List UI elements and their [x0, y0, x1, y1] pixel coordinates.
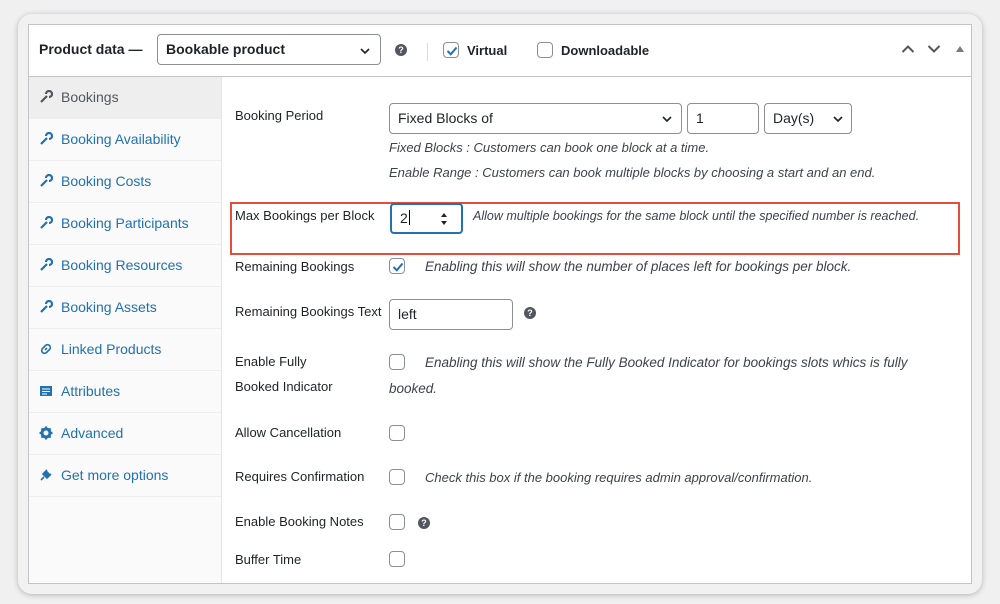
tab-booking-availability[interactable]: Booking Availability [29, 119, 221, 161]
text-caret [408, 210, 410, 225]
gear-icon [39, 426, 53, 440]
tab-label: Booking Availability [61, 131, 181, 147]
tab-label: Booking Costs [61, 173, 152, 189]
plugin-icon [40, 469, 52, 481]
remaining-bookings-text-value: left [398, 306, 417, 322]
remaining-bookings-text-label: Remaining Bookings Text [235, 304, 382, 319]
tab-label: Attributes [61, 383, 121, 399]
help-icon[interactable]: ? [524, 307, 536, 319]
tab-get-more-options[interactable]: Get more options [29, 455, 221, 497]
booking-period-type-select[interactable]: Fixed Blocks of [389, 103, 682, 134]
tab-booking-participants[interactable]: Booking Participants [29, 203, 221, 245]
requires-confirmation-checkbox[interactable] [389, 469, 405, 485]
tab-label: Bookings [61, 89, 119, 105]
tab-label: Linked Products [61, 341, 162, 357]
max-bookings-label: Max Bookings per Block [235, 208, 375, 223]
tab-linked-products[interactable]: Linked Products [29, 329, 221, 371]
allow-cancellation-label: Allow Cancellation [235, 425, 342, 440]
product-type-value: Bookable product [166, 41, 286, 57]
product-data-tabs: Bookings Booking Availability Booking Co… [29, 77, 222, 583]
link-icon [40, 343, 52, 355]
booking-period-count-value: 1 [696, 110, 704, 126]
fully-booked-label-line-2: Booked Indicator [235, 379, 333, 394]
booking-notes-label: Enable Booking Notes [235, 514, 364, 529]
wrench-icon [40, 216, 53, 229]
bookings-panel: Booking Period Fixed Blocks of 1 Day(s) … [222, 77, 971, 583]
checkmark-icon [392, 262, 404, 272]
chevron-up-icon[interactable] [901, 44, 915, 54]
help-icon[interactable]: ? [418, 517, 430, 529]
spinner-arrows-icon[interactable] [439, 209, 449, 229]
chevron-down-icon[interactable] [927, 44, 941, 54]
remaining-bookings-checkbox[interactable] [389, 258, 405, 274]
max-bookings-description: Allow multiple bookings for the same blo… [473, 209, 920, 223]
wrench-icon [40, 300, 53, 313]
chevron-down-icon [833, 116, 843, 123]
tab-label: Booking Assets [61, 299, 157, 315]
downloadable-label: Downloadable [561, 43, 650, 58]
buffer-time-checkbox[interactable] [389, 551, 405, 567]
list-icon [40, 386, 52, 396]
booking-period-description-1: Fixed Blocks : Customers can book one bl… [389, 140, 710, 155]
window-frame: Product data — Bookable product ? Virtua… [18, 14, 982, 594]
booking-period-unit-select[interactable]: Day(s) [764, 103, 852, 134]
wrench-icon [40, 90, 53, 103]
tab-label: Get more options [61, 467, 169, 483]
tab-booking-assets[interactable]: Booking Assets [29, 287, 221, 329]
tab-label: Advanced [61, 425, 124, 441]
virtual-checkbox[interactable] [443, 42, 459, 58]
booking-notes-checkbox[interactable] [389, 514, 405, 530]
allow-cancellation-checkbox[interactable] [389, 425, 405, 441]
collapse-toggle-icon[interactable] [955, 45, 965, 53]
product-data-title: Product data — [39, 41, 143, 57]
booking-period-unit-value: Day(s) [773, 110, 815, 126]
wrench-icon [40, 174, 53, 187]
buffer-time-label: Buffer Time [235, 552, 302, 567]
product-data-panel: Product data — Bookable product ? Virtua… [28, 24, 972, 584]
max-bookings-value: 2 [400, 210, 408, 226]
tab-bookings[interactable]: Bookings [29, 77, 221, 119]
header-divider [427, 43, 428, 61]
tab-attributes[interactable]: Attributes [29, 371, 221, 413]
remaining-bookings-description: Enabling this will show the number of pl… [425, 259, 852, 274]
remaining-bookings-label: Remaining Bookings [235, 259, 355, 274]
wrench-icon [40, 258, 53, 271]
requires-confirmation-description: Check this box if the booking requires a… [425, 470, 813, 485]
booking-period-label: Booking Period [235, 108, 324, 123]
booking-period-count-input[interactable]: 1 [687, 103, 759, 134]
downloadable-checkbox[interactable] [537, 42, 553, 58]
help-icon[interactable]: ? [395, 44, 407, 56]
tab-booking-costs[interactable]: Booking Costs [29, 161, 221, 203]
wrench-icon [40, 132, 53, 145]
checkmark-icon [446, 46, 458, 56]
tab-label: Booking Participants [61, 215, 189, 231]
tab-label: Booking Resources [61, 257, 183, 273]
fully-booked-description-line-1: Enabling this will show the Fully Booked… [425, 355, 908, 370]
remaining-bookings-text-input[interactable]: left [389, 299, 513, 330]
product-data-header: Product data — Bookable product ? Virtua… [29, 25, 971, 77]
tab-advanced[interactable]: Advanced [29, 413, 221, 455]
chevron-down-icon [360, 48, 370, 55]
fully-booked-label-line-1: Enable Fully [235, 354, 307, 369]
chevron-down-icon [662, 116, 672, 123]
booking-period-description-2: Enable Range : Customers can book multip… [389, 165, 876, 180]
fully-booked-checkbox[interactable] [389, 354, 405, 370]
fully-booked-description-line-2: booked. [389, 381, 438, 396]
virtual-label: Virtual [467, 43, 508, 58]
max-bookings-input[interactable]: 2 [390, 203, 463, 234]
requires-confirmation-label: Requires Confirmation [235, 469, 365, 484]
product-type-select[interactable]: Bookable product [157, 34, 381, 65]
tab-booking-resources[interactable]: Booking Resources [29, 245, 221, 287]
booking-period-type-value: Fixed Blocks of [398, 110, 493, 126]
